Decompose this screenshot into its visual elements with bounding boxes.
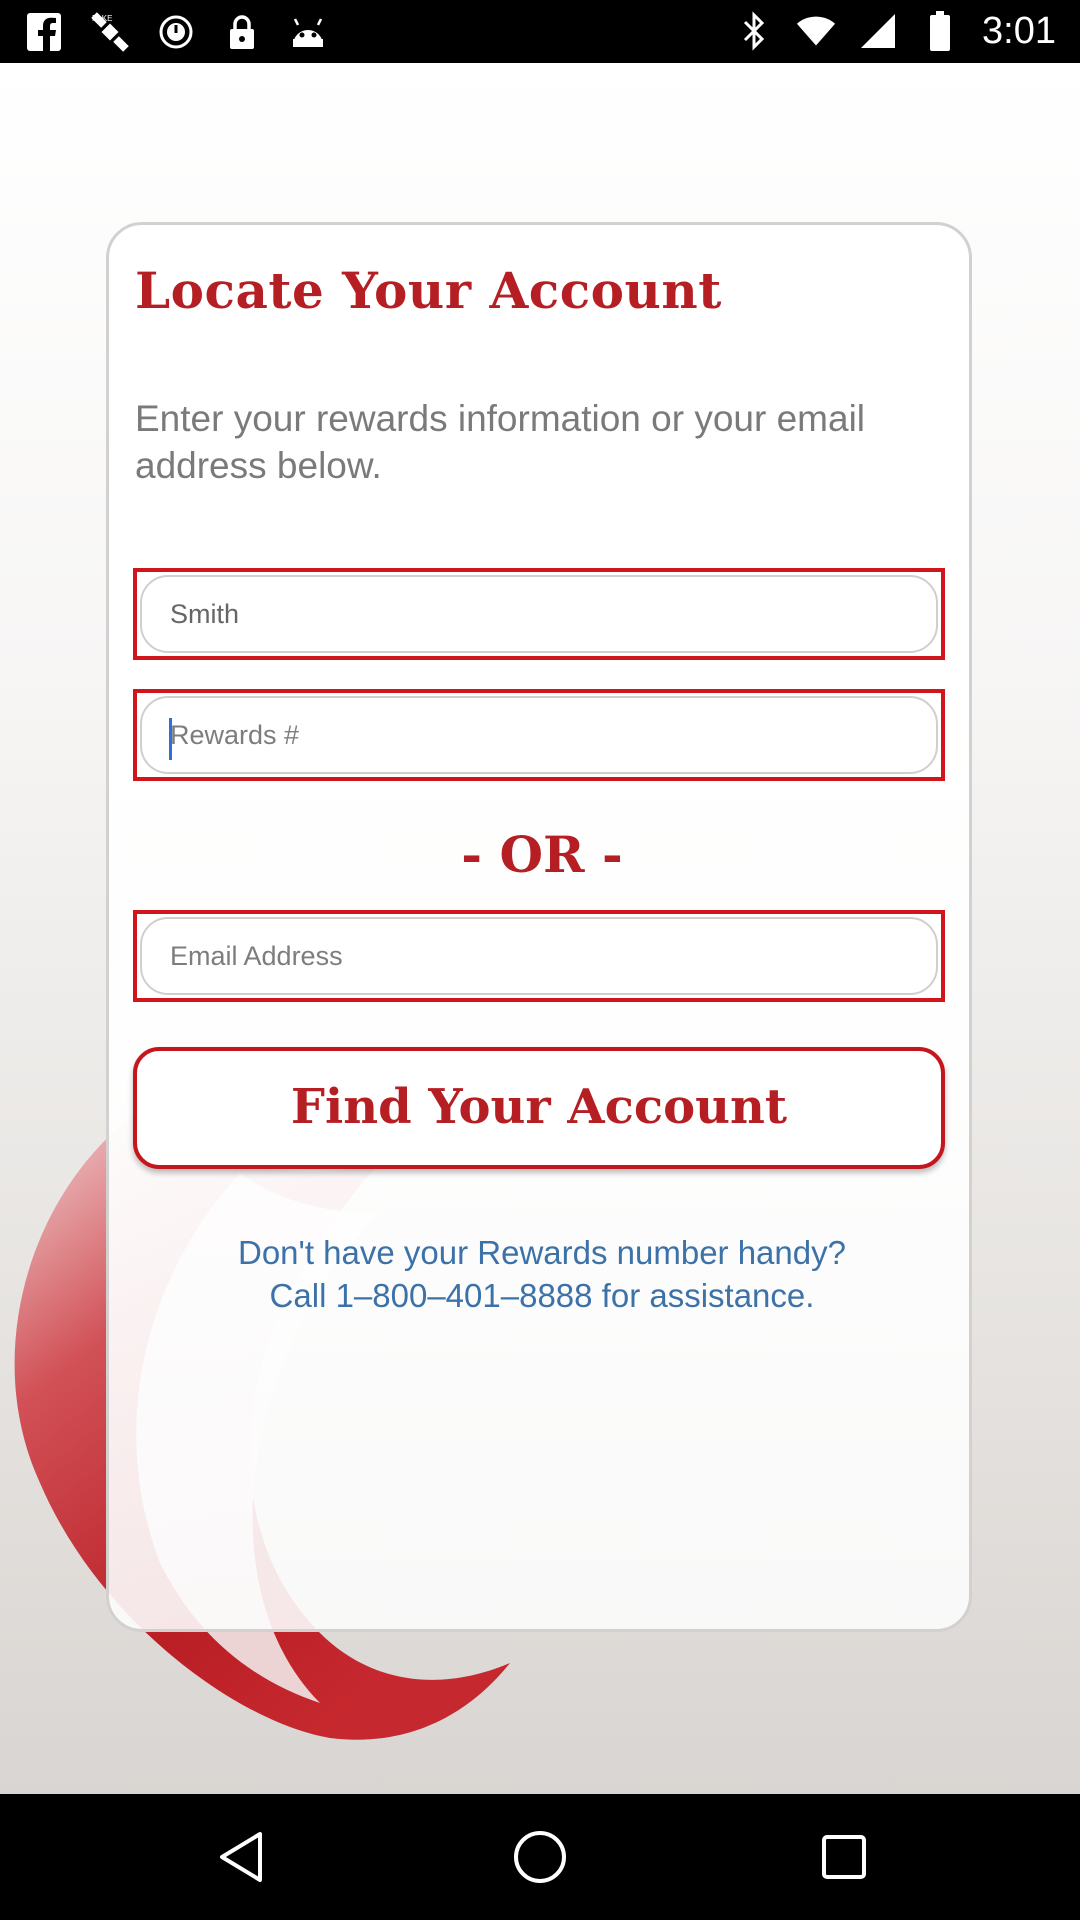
- app-content: Locate Your Account Enter your rewards i…: [0, 63, 1080, 1794]
- lock-icon: [222, 10, 262, 54]
- rewards-number-input[interactable]: [140, 696, 938, 774]
- facebook-icon: [24, 10, 64, 54]
- text-cursor: [169, 718, 172, 760]
- email-field-wrapper: [133, 910, 945, 1002]
- clock-icon: [156, 10, 196, 54]
- page-title: Locate Your Account: [135, 261, 722, 320]
- wifi-icon: [796, 9, 836, 53]
- system-icons: 3:01: [734, 8, 1056, 54]
- locate-account-card: Locate Your Account Enter your rewards i…: [106, 222, 972, 1632]
- android-icon: [288, 10, 328, 54]
- navigation-bar: [0, 1794, 1080, 1920]
- instructions-text: Enter your rewards information or your e…: [135, 398, 866, 486]
- last-name-field-wrapper: [133, 568, 945, 660]
- last-name-input[interactable]: [140, 575, 938, 653]
- status-bar: FAKE 3:01: [0, 0, 1080, 63]
- signal-icon: [858, 9, 898, 53]
- email-address-input[interactable]: [140, 917, 938, 995]
- help-contact-text[interactable]: Don't have your Rewards number handy? Ca…: [109, 1231, 975, 1317]
- help-text-line-2: Call 1–800–401–8888 for assistance.: [269, 1277, 815, 1314]
- svg-text:FAKE: FAKE: [92, 14, 112, 23]
- recents-icon[interactable]: [814, 1827, 874, 1887]
- bluetooth-icon: [734, 9, 774, 53]
- or-separator: - OR -: [461, 825, 623, 884]
- fake-gps-icon: FAKE: [90, 10, 130, 54]
- rewards-field-wrapper: [133, 689, 945, 781]
- find-account-button[interactable]: Find Your Account: [133, 1047, 945, 1169]
- clock-time: 3:01: [982, 10, 1056, 52]
- back-icon[interactable]: [211, 1827, 271, 1887]
- home-icon[interactable]: [510, 1827, 570, 1887]
- battery-icon: [920, 9, 960, 53]
- notification-icons: FAKE: [24, 10, 328, 54]
- help-text-line-1: Don't have your Rewards number handy?: [238, 1234, 846, 1271]
